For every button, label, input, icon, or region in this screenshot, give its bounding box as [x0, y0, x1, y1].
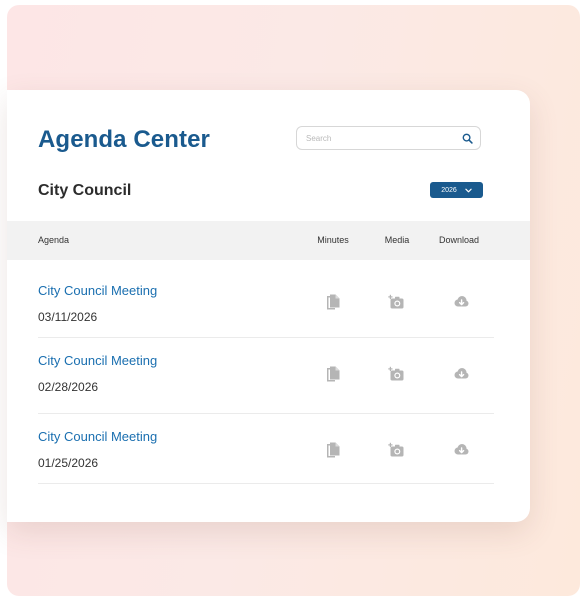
cloud-download-icon[interactable] [452, 293, 470, 311]
meeting-date: 03/11/2026 [38, 310, 98, 324]
document-icon[interactable] [324, 293, 342, 311]
chevron-down-icon [465, 188, 472, 192]
cloud-download-icon[interactable] [452, 441, 470, 459]
year-dropdown[interactable]: 2026 [430, 182, 483, 198]
agenda-center-card: Agenda Center City Council 2026 Agenda M… [7, 90, 530, 522]
cloud-download-icon[interactable] [452, 365, 470, 383]
document-icon[interactable] [324, 365, 342, 383]
document-icon[interactable] [324, 441, 342, 459]
camera-icon[interactable] [388, 293, 406, 311]
camera-icon[interactable] [388, 441, 406, 459]
meeting-date: 02/28/2026 [38, 380, 99, 394]
meeting-link[interactable]: City Council Meeting [38, 283, 157, 298]
table-header: Agenda Minutes Media Download [7, 221, 530, 260]
column-header-media: Media [384, 235, 410, 245]
table-row: City Council Meeting 03/11/2026 [38, 262, 494, 338]
table-row: City Council Meeting 01/25/2026 [38, 408, 494, 484]
section-title: City Council [38, 182, 132, 199]
meeting-date: 01/25/2026 [38, 456, 99, 470]
column-header-agenda: Agenda [38, 235, 70, 245]
column-header-minutes: Minutes [317, 235, 349, 245]
search-input[interactable] [306, 133, 462, 143]
meeting-link[interactable]: City Council Meeting [38, 429, 157, 444]
table-row: City Council Meeting 02/28/2026 [38, 338, 494, 414]
page-title: Agenda Center [38, 126, 210, 153]
search-box[interactable] [296, 126, 481, 150]
search-icon[interactable] [462, 133, 473, 144]
meeting-link[interactable]: City Council Meeting [38, 353, 157, 368]
column-header-download: Download [438, 235, 480, 245]
camera-icon[interactable] [388, 365, 406, 383]
year-dropdown-value: 2026 [441, 186, 457, 194]
